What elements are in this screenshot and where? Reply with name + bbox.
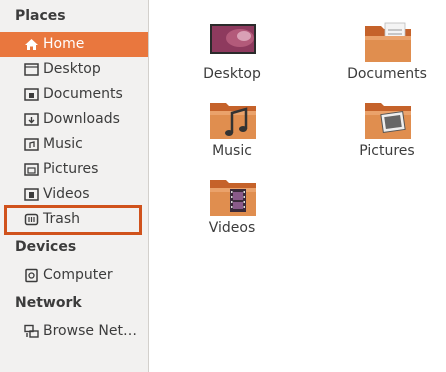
sidebar-item-label: Pictures <box>43 161 99 177</box>
file-item-label: Documents <box>347 66 427 82</box>
videos-folder-icon <box>24 188 39 201</box>
music-folder-icon <box>24 138 39 151</box>
sidebar-item-label: Documents <box>43 86 123 102</box>
file-item-label: Pictures <box>359 143 415 159</box>
sidebar-item-desktop[interactable]: Desktop <box>0 57 148 82</box>
videos-folder-icon <box>210 180 256 216</box>
sidebar-item-label: Videos <box>43 186 90 202</box>
sidebar-item-documents[interactable]: Documents <box>0 82 148 107</box>
sidebar-item-label: Browse Net… <box>43 323 138 339</box>
file-view: Desktop Documents Music Pictures Videos <box>149 0 446 372</box>
computer-icon <box>25 268 38 283</box>
trash-highlight-box <box>4 205 142 235</box>
network-icon <box>24 324 39 338</box>
places-section-title: Places <box>15 8 66 24</box>
sidebar-item-label: Music <box>43 136 83 152</box>
music-folder-icon <box>210 103 256 139</box>
documents-folder-icon <box>24 88 39 101</box>
sidebar-item-downloads[interactable]: Downloads <box>0 107 148 132</box>
sidebar-item-pictures[interactable]: Pictures <box>0 157 148 182</box>
network-section-title: Network <box>15 295 82 311</box>
sidebar-item-label: Desktop <box>43 61 101 77</box>
file-item-label: Music <box>212 143 252 159</box>
home-icon <box>25 39 38 50</box>
devices-section-title: Devices <box>15 239 77 255</box>
sidebar-item-browse-network[interactable]: Browse Net… <box>0 319 148 344</box>
file-item-label: Desktop <box>203 66 261 82</box>
sidebar-item-label: Computer <box>43 267 113 283</box>
downloads-folder-icon <box>24 113 39 126</box>
sidebar-item-home[interactable]: Home <box>0 32 148 57</box>
sidebar-item-music[interactable]: Music <box>0 132 148 157</box>
folder-icon <box>24 63 39 76</box>
file-item-label: Videos <box>208 220 256 236</box>
sidebar-item-videos[interactable]: Videos <box>0 182 148 207</box>
pictures-folder-icon <box>24 163 39 176</box>
sidebar: Places Home Desktop Documents Downloads <box>0 0 149 372</box>
documents-folder-icon <box>365 22 411 62</box>
desktop-icon <box>210 24 256 54</box>
sidebar-item-label: Downloads <box>43 111 120 127</box>
sidebar-item-label: Home <box>43 36 85 52</box>
pictures-folder-icon <box>365 103 411 139</box>
sidebar-item-computer[interactable]: Computer <box>0 263 148 288</box>
